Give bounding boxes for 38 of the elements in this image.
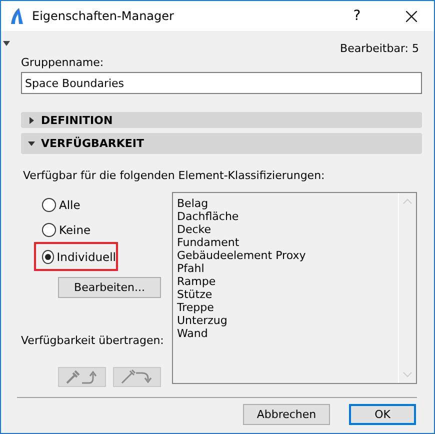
eyedropper-up-icon (65, 369, 99, 385)
radio-option[interactable]: Individuell (34, 242, 118, 271)
menu-caret-icon[interactable] (3, 41, 10, 46)
radio-option[interactable]: Alle (21, 192, 172, 217)
collapse-icon (28, 140, 35, 147)
transfer-label: Verfügbarkeit übertragen: (21, 334, 165, 347)
scroll-up-icon[interactable] (403, 199, 412, 204)
dialog-button[interactable]: OK (349, 404, 416, 425)
dialog-button[interactable]: Abbrechen (243, 404, 330, 425)
group-name-field[interactable]: Space Boundaries (21, 72, 422, 94)
scroll-down-icon[interactable] (403, 372, 412, 377)
list-item[interactable]: Stütze (177, 288, 394, 301)
radio-option[interactable]: Keine (21, 217, 172, 242)
list-item[interactable]: Decke (177, 223, 394, 236)
syringe-down-icon (120, 369, 154, 385)
list-item[interactable]: Treppe (177, 301, 394, 314)
list-item[interactable]: Rampe (177, 275, 394, 288)
section-header[interactable]: DEFINITION (21, 112, 422, 128)
list-item[interactable]: Unterzug (177, 314, 394, 327)
list-item[interactable]: Dachfläche (177, 210, 394, 223)
list-item[interactable]: Gebäudeelement Proxy (177, 249, 394, 262)
radio-icon (42, 250, 54, 264)
expand-icon (28, 116, 35, 124)
help-button[interactable]: ? (334, 1, 380, 31)
radio-icon (42, 222, 56, 236)
app-logo-icon (10, 8, 24, 24)
list-item[interactable]: Wand (177, 327, 394, 340)
radio-icon (42, 198, 56, 212)
list-item[interactable]: Belag (177, 197, 394, 210)
window-title: Eigenschaften-Manager (32, 9, 175, 23)
availability-prompt: Verfügbar für die folgenden Element-Klassifizierungen: (23, 169, 326, 182)
edit-button[interactable]: Bearbeiten... (58, 277, 161, 298)
editable-count: Bearbeitbar: 5 (340, 42, 419, 55)
section-header[interactable]: VERFÜGBARKEIT (21, 133, 422, 154)
list-item[interactable]: Fundament (177, 236, 394, 249)
group-name-label: Gruppenname: (21, 56, 104, 69)
list-item[interactable]: Pfahl (177, 262, 394, 275)
close-icon (406, 10, 416, 22)
